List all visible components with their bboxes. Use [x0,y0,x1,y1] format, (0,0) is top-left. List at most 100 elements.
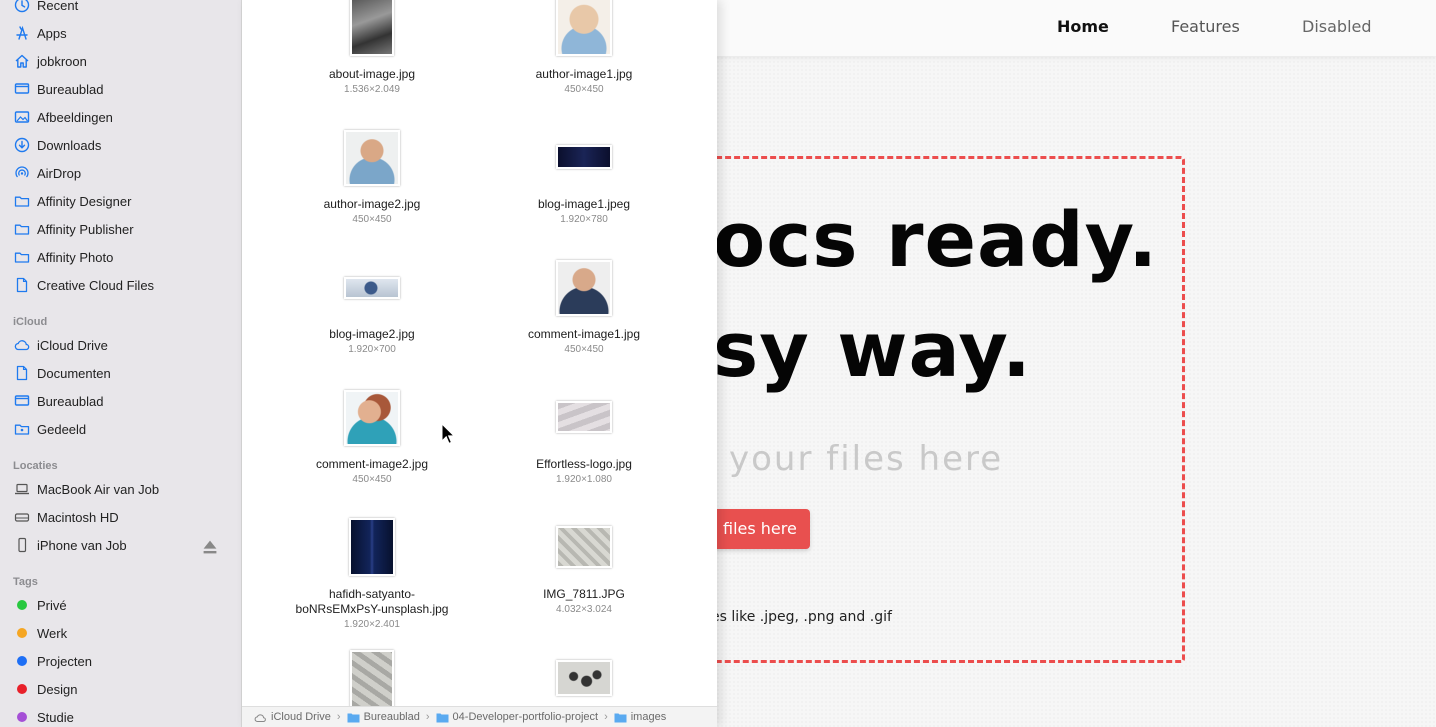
chevron-right-icon: › [336,711,341,723]
sidebar-item-jobkroon[interactable]: jobkroon [14,50,234,72]
sidebar-item-downloads[interactable]: Downloads [14,134,234,156]
sidebar-item-gedeeld[interactable]: Gedeeld [14,418,234,440]
path-segment-bureaublad[interactable]: Bureaublad [347,711,420,723]
sidebar-item-label: Recent [37,0,79,13]
path-segment-project-folder[interactable]: 04-Developer-portfolio-project [436,711,599,723]
tag-color-dot [17,656,27,666]
sidebar-item-affinity-photo[interactable]: Affinity Photo [14,246,234,268]
sidebar-item-affinity-publisher[interactable]: Affinity Publisher [14,218,234,240]
sidebar-item-bureaublad[interactable]: Bureaublad [14,78,234,100]
document-icon [14,365,30,381]
file-dimensions: 1.920×2.401 [344,619,400,630]
sidebar-tag-design[interactable]: Design [14,678,234,700]
file-dimensions: 1.920×780 [560,214,608,225]
file-thumbnail [344,390,400,446]
cloud-icon [14,337,30,353]
sidebar-item-label: Macintosh HD [37,509,119,525]
path-segment-label: iCloud Drive [271,711,331,723]
file-dimensions: 450×450 [352,474,392,485]
sidebar-item-label: Affinity Designer [37,193,132,209]
folder-icon [436,713,449,722]
file-name-line-1: hafidh-satyanto- [328,587,416,601]
file-thumbnail [349,518,395,576]
file-browser: about-image.jpg 1.536×2.049 author-image… [242,0,717,727]
sidebar-item-label: Bureaublad [37,81,104,97]
file-thumbnail [344,130,400,186]
apps-icon [14,25,30,41]
sidebar-tag-studie[interactable]: Studie [14,706,234,727]
sidebar-item-recent[interactable]: Recent [14,0,234,16]
folder-icon [14,193,30,209]
path-segment-icloud-drive[interactable]: iCloud Drive [254,711,331,723]
desktop-icon [14,81,30,97]
nav-features-link[interactable]: Features [1171,17,1240,36]
sidebar-item-macbook-air[interactable]: MacBook Air van Job [14,478,234,500]
iphone-icon [14,537,30,553]
sidebar-item-icloud-drive[interactable]: iCloud Drive [14,334,234,356]
file-thumbnail [344,277,400,299]
sidebar-tag-projecten[interactable]: Projecten [14,650,234,672]
path-segment-images[interactable]: images [614,711,666,723]
file-name: author-image1.jpg [535,67,633,81]
path-segment-label: 04-Developer-portfolio-project [452,711,599,723]
hero-heading-line-1: ocs ready. [713,195,1159,284]
sidebar-item-label: iCloud Drive [37,337,108,353]
sidebar-item-label: Creative Cloud Files [37,277,155,293]
downloads-icon [14,137,30,153]
clock-icon [14,0,30,13]
sidebar-item-label: AirDrop [37,165,82,181]
file-thumbnail [350,0,394,56]
nav-home-link[interactable]: Home [1057,17,1109,36]
sidebar-item-label: Afbeeldingen [37,109,113,125]
file-dropzone[interactable]: ocs ready. sy way. your files here files… [640,156,1185,663]
mouse-cursor-icon [441,423,455,444]
file-dimensions: 450×450 [564,344,604,355]
tag-color-dot [17,684,27,694]
path-bar: iCloud Drive › Bureaublad › 04-Developer… [242,706,717,727]
file-thumbnail [350,650,394,708]
sidebar-item-label: Affinity Photo [37,249,114,265]
sidebar-item-macintosh-hd[interactable]: Macintosh HD [14,506,234,528]
file-name: comment-image1.jpg [527,327,641,341]
home-icon [14,53,30,69]
sidebar-item-affinity-designer[interactable]: Affinity Designer [14,190,234,212]
path-segment-label: images [630,711,667,723]
file-dimensions: 450×450 [352,214,392,225]
folder-icon [14,221,30,237]
file-name: blog-image1.jpeg [537,197,631,211]
document-icon [14,277,30,293]
sidebar-item-label: Design [37,681,78,697]
hero-heading-line-2: sy way. [713,305,1032,394]
file-dimensions: 1.920×700 [348,344,396,355]
file-dimensions: 4.032×3.024 [556,604,612,615]
sidebar-tag-prive[interactable]: Privé [14,594,234,616]
drop-hint-text: your files here [729,439,1004,479]
sidebar-item-label: Gedeeld [37,421,87,437]
finder-sidebar: Recent Apps jobkroon Bureaublad Afbeeldi… [0,0,242,727]
sidebar-item-icloud-bureaublad[interactable]: Bureaublad [14,390,234,412]
sidebar-item-label: Projecten [37,653,92,669]
file-name: IMG_7811.JPG [543,587,625,601]
tag-color-dot [17,600,27,610]
sidebar-item-label: Bureaublad [37,393,104,409]
sidebar-item-creative-cloud-files[interactable]: Creative Cloud Files [14,274,234,296]
sidebar-item-label: iPhone van Job [37,537,127,553]
sidebar-section-tags: Tags [13,576,38,588]
sidebar-item-apps[interactable]: Apps [14,22,234,44]
cloud-icon [254,713,266,722]
file-thumbnail [556,145,612,169]
sidebar-item-afbeeldingen[interactable]: Afbeeldingen [14,106,234,128]
sidebar-item-documenten[interactable]: Documenten [14,362,234,384]
sidebar-item-label: Affinity Publisher [37,221,134,237]
disk-icon [14,509,30,525]
sidebar-item-label: MacBook Air van Job [37,481,160,497]
sidebar-item-iphone[interactable]: iPhone van Job [14,534,234,556]
eject-icon[interactable] [202,539,218,555]
sidebar-tag-werk[interactable]: Werk [14,622,234,644]
file-name: author-image2.jpg [323,197,421,211]
sidebar-item-label: Apps [37,25,67,41]
chevron-right-icon: › [425,711,430,723]
sidebar-section-icloud: iCloud [13,316,48,328]
sidebar-item-airdrop[interactable]: AirDrop [14,162,234,184]
file-dimensions: 1.536×2.049 [344,84,400,95]
